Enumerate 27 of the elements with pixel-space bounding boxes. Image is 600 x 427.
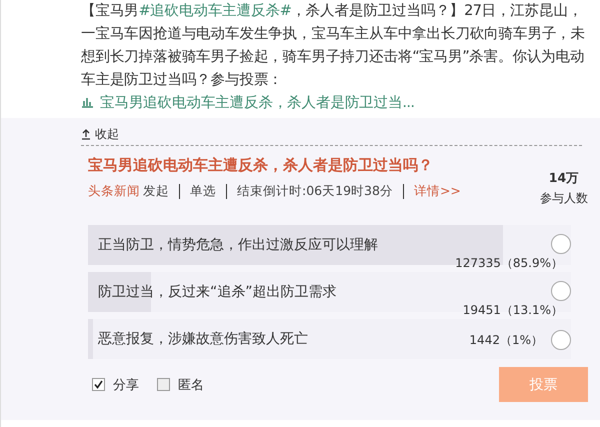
poll-countdown: 结束倒计时:06天19时38分: [237, 183, 393, 200]
option-label[interactable]: 正当防卫，情势危急，作出过激反应可以理解: [88, 236, 378, 254]
radio-button[interactable]: [551, 234, 571, 254]
radio-button[interactable]: [551, 330, 571, 350]
poll-link[interactable]: 宝马男追砍电动车主遭反杀，杀人者是防卫过当...: [100, 95, 414, 111]
option-label[interactable]: 防卫过当，反过来“追杀”超出防卫需求: [88, 283, 337, 301]
vote-result: 127335（85.9%）: [455, 255, 563, 272]
poll-source: 头条新闻: [88, 183, 140, 200]
participant-count: 14万: [548, 170, 580, 187]
collapse-button[interactable]: 收起: [81, 123, 119, 145]
details-link[interactable]: 详情>>: [414, 183, 461, 200]
vote-result: 1442（1%）: [469, 332, 543, 349]
vote-result: 19451（13.1%）: [462, 302, 563, 319]
poll-title: 宝马男追砍电动车主遭反杀，杀人者是防卫过当吗？: [88, 156, 434, 175]
bar-chart-icon: [81, 96, 94, 108]
checkbox[interactable]: [92, 378, 105, 391]
option-label[interactable]: 恶意报复，涉嫌故意伤害致人死亡: [88, 330, 308, 348]
article-paragraph: 【宝马男#追砍电动车主遭反杀#，杀人者是防卫过当吗？】27日，江苏昆山，一宝马车因抢道与电动车发生争执，宝马车主从车中拿出长刀砍向骑车男子，未想到长刀掉落被骑车男子捡起，骑车男子持刀还击将“宝马男”杀害。你认为电动车主是防卫过当吗？参与投票： 宝马男追砍电动车主遭反杀，杀人者是防卫过当...: [81, 2, 586, 113]
checkbox-option[interactable]: 匿名: [157, 376, 204, 394]
checkbox[interactable]: [157, 378, 170, 391]
radio-button[interactable]: [551, 281, 571, 301]
poll-mode: 单选: [190, 183, 216, 200]
up-arrow-icon: [81, 128, 91, 140]
check-icon: [94, 380, 103, 389]
checkbox-option[interactable]: 分享: [92, 376, 139, 394]
participant-label: 参与人数: [540, 190, 588, 207]
source-suffix: 发起: [143, 183, 169, 200]
